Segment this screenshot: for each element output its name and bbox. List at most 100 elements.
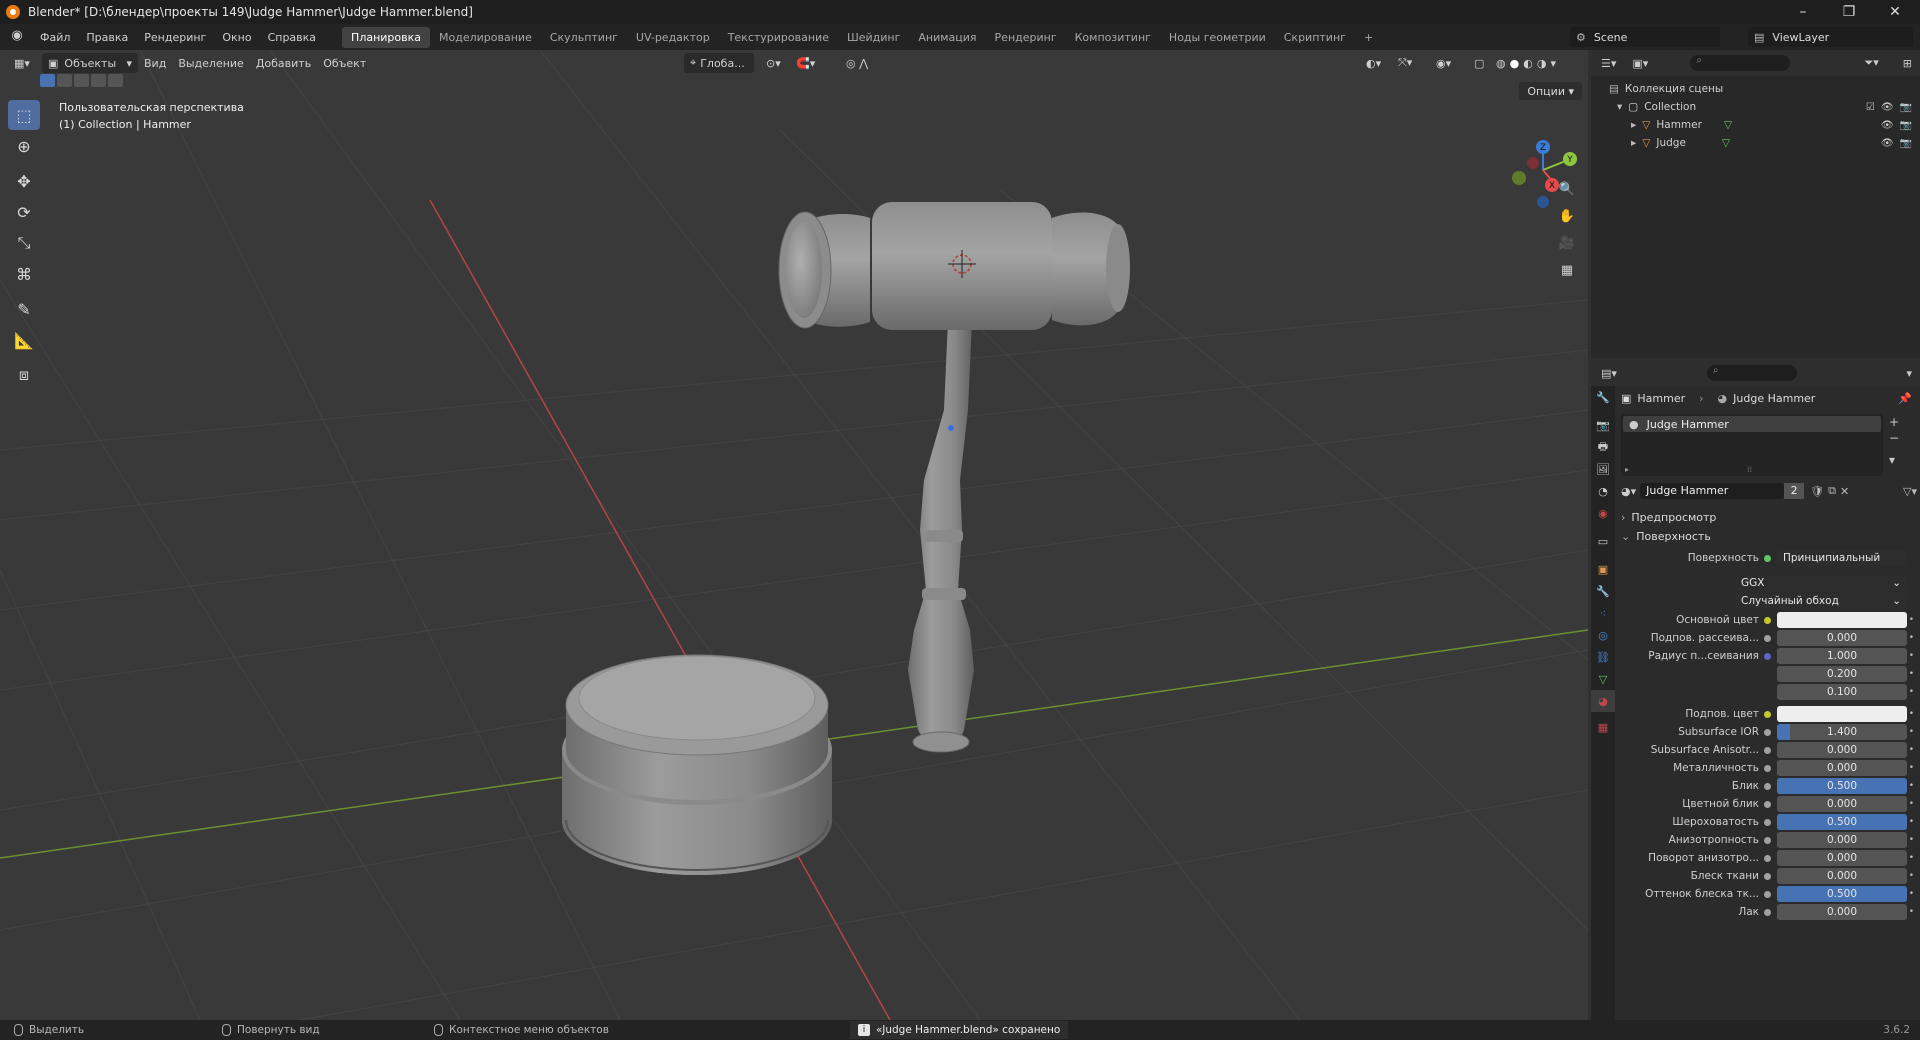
texture-tab-icon[interactable]: ▦	[1591, 716, 1615, 738]
camera-render-icon[interactable]: 📷	[1900, 138, 1912, 149]
overlay-toggle-icon[interactable]: ◉▾	[1430, 53, 1457, 73]
snap-icon[interactable]: 🧲▾	[790, 53, 821, 73]
world-tab-icon[interactable]: ◉	[1591, 502, 1615, 524]
keyframe-dot-icon[interactable]: •	[1909, 853, 1914, 863]
data-tab-icon[interactable]: ▽	[1591, 668, 1615, 690]
numeric-slider-field[interactable]: 0.000	[1777, 742, 1907, 758]
outliner-scene-collection[interactable]: ▤ Коллекция сцены	[1591, 80, 1920, 98]
numeric-slider-field[interactable]: 0.000	[1777, 868, 1907, 884]
scale-tool-icon[interactable]: ⤡	[8, 228, 40, 258]
surface-shader-field[interactable]: Принципиальный BSDF	[1777, 550, 1907, 566]
minimize-button[interactable]: –	[1780, 0, 1826, 24]
zoom-icon[interactable]: 🔍	[1555, 177, 1579, 201]
fake-user-icon[interactable]: 🛡	[1810, 485, 1824, 498]
mode-dropdown[interactable]: ▣ Объекты ▾	[42, 53, 138, 73]
visibility-icon[interactable]: ◐▾	[1360, 53, 1387, 73]
keyframe-dot-icon[interactable]: •	[1909, 835, 1914, 845]
menu-render[interactable]: Рендеринг	[136, 31, 214, 44]
tab-sculpting[interactable]: Скульптинг	[541, 27, 627, 48]
input-socket-icon[interactable]	[1764, 818, 1771, 826]
numeric-slider-field[interactable]: 0.000	[1777, 630, 1907, 646]
input-socket-icon[interactable]	[1764, 728, 1771, 736]
eye-icon[interactable]: 👁	[1881, 102, 1894, 113]
material-shading-icon[interactable]: ◐	[1523, 57, 1533, 70]
blender-menu-icon[interactable]: ◉	[8, 28, 26, 46]
maximize-button[interactable]: ❐	[1826, 0, 1872, 24]
preview-panel-header[interactable]: › Предпросмотр	[1621, 508, 1917, 526]
numeric-slider-field[interactable]: 0.500	[1777, 778, 1907, 794]
keyframe-dot-icon[interactable]: •	[1909, 907, 1914, 917]
object-tab-icon[interactable]: ▣	[1591, 558, 1615, 580]
add-workspace-button[interactable]: +	[1355, 27, 1382, 48]
keyframe-dot-icon[interactable]: •	[1909, 615, 1914, 625]
view-layer-tab-icon[interactable]: 🖼	[1591, 458, 1615, 480]
status-report[interactable]: i «Judge Hammer.blend» сохранено	[850, 1021, 1069, 1039]
eye-icon[interactable]: 👁	[1881, 138, 1894, 149]
rendered-shading-icon[interactable]: ◑	[1537, 57, 1547, 70]
resize-handle-icon[interactable]: ⁞⁞	[1747, 465, 1752, 474]
node-link-icon[interactable]: ▽▾	[1903, 485, 1917, 498]
input-socket-icon[interactable]	[1764, 634, 1771, 642]
input-socket-icon[interactable]	[1764, 836, 1771, 844]
input-socket-icon[interactable]	[1764, 652, 1771, 660]
input-socket-icon[interactable]	[1764, 616, 1771, 624]
select-extend-icon[interactable]	[57, 74, 72, 87]
particles-tab-icon[interactable]: ⁖	[1591, 602, 1615, 624]
keyframe-dot-icon[interactable]: •	[1909, 651, 1914, 661]
keyframe-dot-icon[interactable]: •	[1909, 727, 1914, 737]
camera-render-icon[interactable]: 📷	[1900, 102, 1912, 113]
menu-help[interactable]: Справка	[260, 31, 324, 44]
output-tab-icon[interactable]: 🖶	[1591, 436, 1615, 458]
remove-slot-button[interactable]: −	[1889, 430, 1899, 446]
move-tool-icon[interactable]: ✥	[8, 166, 40, 196]
solid-shading-icon[interactable]: ●	[1510, 57, 1520, 70]
browse-material-icon[interactable]: ◕▾	[1621, 485, 1636, 498]
tab-texture-paint[interactable]: Текстурирование	[719, 27, 838, 48]
menu-add[interactable]: Добавить	[250, 53, 317, 73]
numeric-slider-field[interactable]: 0.200	[1777, 666, 1907, 682]
measure-tool-icon[interactable]: 📐	[8, 325, 40, 355]
physics-tab-icon[interactable]: ◎	[1591, 624, 1615, 646]
expand-arrow-icon[interactable]: ▸	[1631, 137, 1636, 149]
expand-arrow-icon[interactable]: ▾	[1617, 101, 1622, 113]
outliner-object-judge[interactable]: ▸ ▽ Judge ▽ 👁 📷	[1591, 134, 1920, 152]
keyframe-dot-icon[interactable]: •	[1909, 781, 1914, 791]
modifier-tab-icon[interactable]: 🔧	[1591, 580, 1615, 602]
duplicate-icon[interactable]: ⧉	[1828, 484, 1836, 498]
eye-icon[interactable]: 👁	[1881, 120, 1894, 131]
tab-shading[interactable]: Шейдинг	[838, 27, 909, 48]
properties-editor-icon[interactable]: ▤▾	[1601, 367, 1617, 380]
numeric-slider-field[interactable]: 1.400	[1777, 724, 1907, 740]
pin-icon[interactable]: 📌	[1898, 392, 1912, 405]
subsurface-method-dropdown[interactable]: Случайный обход ⌄	[1735, 593, 1907, 609]
keyframe-dot-icon[interactable]: •	[1909, 889, 1914, 899]
menu-object[interactable]: Объект	[317, 53, 372, 73]
material-name-field[interactable]: Judge Hammer	[1640, 483, 1785, 499]
input-socket-icon[interactable]	[1764, 908, 1771, 916]
new-collection-icon[interactable]: ⊞	[1903, 57, 1912, 70]
proportional-edit-icon[interactable]: ◎ ⋀	[840, 53, 874, 73]
tab-compositing[interactable]: Композитинг	[1066, 27, 1160, 48]
gizmo-toggle-icon[interactable]: ⤧▾	[1392, 53, 1418, 73]
filter-icon[interactable]: ⏷▾	[1864, 56, 1878, 70]
selection-mode-buttons[interactable]	[40, 74, 123, 87]
constraints-tab-icon[interactable]: ⛓	[1591, 646, 1615, 668]
expand-arrow-icon[interactable]: ▸	[1625, 465, 1629, 474]
numeric-slider-field[interactable]: 0.500	[1777, 814, 1907, 830]
input-socket-icon[interactable]	[1764, 782, 1771, 790]
input-socket-icon[interactable]	[1764, 710, 1771, 718]
material-tab-icon[interactable]: ◕	[1591, 690, 1615, 712]
add-cube-tool-icon[interactable]: ⧈	[8, 360, 40, 390]
keyframe-dot-icon[interactable]: •	[1909, 669, 1914, 679]
material-slot-item[interactable]: ● Judge Hammer	[1623, 416, 1881, 432]
input-socket-icon[interactable]	[1764, 890, 1771, 898]
pivot-icon[interactable]: ⊙▾	[760, 53, 787, 73]
menu-window[interactable]: Окно	[214, 31, 259, 44]
numeric-slider-field[interactable]: 0.000	[1777, 832, 1907, 848]
keyframe-dot-icon[interactable]: •	[1909, 817, 1914, 827]
surface-panel-header[interactable]: ⌄ Поверхность	[1621, 527, 1917, 545]
exclude-checkbox-icon[interactable]: ☑	[1866, 102, 1875, 113]
menu-edit[interactable]: Правка	[78, 31, 136, 44]
select-box-tool-icon[interactable]: ⬚	[8, 100, 40, 130]
tab-rendering[interactable]: Рендеринг	[986, 27, 1066, 48]
